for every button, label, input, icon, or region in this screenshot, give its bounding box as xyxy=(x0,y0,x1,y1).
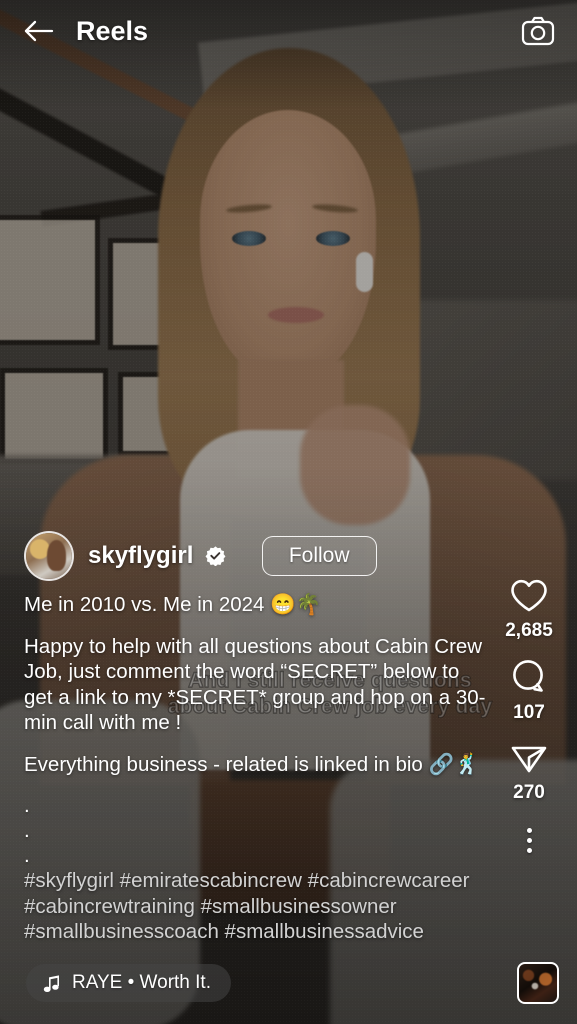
caption-dot-3: . xyxy=(24,844,30,867)
share-action[interactable]: 270 xyxy=(509,740,549,804)
action-rail: 2,685 107 270 xyxy=(493,578,565,861)
caption-hashtags[interactable]: #skyflygirl #emiratescabincrew #cabincre… xyxy=(24,868,492,945)
more-options-icon xyxy=(526,848,532,853)
header-bar: Reels xyxy=(0,0,577,62)
more-options-icon xyxy=(526,828,532,833)
avatar-detail xyxy=(47,540,67,571)
reels-screen: And I still receive questions about Cabi… xyxy=(0,0,577,1024)
audio-album-thumbnail[interactable] xyxy=(517,962,559,1004)
hashtag-line-2: #cabincrewtraining #smallbusinessowner xyxy=(24,894,397,918)
album-artwork xyxy=(519,964,557,1002)
heart-icon xyxy=(511,579,547,612)
hashtag-line-3: #smallbusinesscoach #smallbusinessadvice xyxy=(24,920,424,943)
camera-icon xyxy=(521,16,555,46)
caption-spacer-dots: . . . xyxy=(24,793,492,868)
page-title: Reels xyxy=(76,15,149,46)
post-author-row: skyflygirl Follow xyxy=(24,531,377,581)
caption-body: Happy to help with all questions about C… xyxy=(24,634,486,735)
caption-dot-1: . xyxy=(24,794,30,817)
music-note-icon xyxy=(43,975,59,992)
hashtag-line-1: #skyflygirl #emiratescabincrew #cabincre… xyxy=(24,869,470,892)
username-wrap[interactable]: skyflygirl xyxy=(88,542,226,570)
more-options-button[interactable] xyxy=(526,820,532,861)
post-caption[interactable]: Me in 2010 vs. Me in 2024 😁🌴 Happy to he… xyxy=(24,592,492,945)
more-options-icon xyxy=(526,838,532,843)
like-count: 2,685 xyxy=(505,620,553,641)
share-icon xyxy=(511,746,547,773)
share-count: 270 xyxy=(513,782,545,803)
back-button[interactable] xyxy=(18,10,60,52)
audio-attribution[interactable]: RAYE • Worth It. xyxy=(26,964,231,1002)
follow-button[interactable]: Follow xyxy=(261,536,377,576)
comment-icon xyxy=(513,660,543,692)
verified-badge-icon xyxy=(205,546,226,566)
comment-count: 107 xyxy=(513,702,545,723)
like-action[interactable]: 2,685 xyxy=(505,578,553,642)
caption-bio-line: Everything business - related is linked … xyxy=(24,752,480,776)
comment-action[interactable]: 107 xyxy=(510,658,548,724)
caption-line-1: Me in 2010 vs. Me in 2024 😁🌴 xyxy=(24,593,322,616)
avatar[interactable] xyxy=(24,531,74,581)
username: skyflygirl xyxy=(88,542,194,569)
camera-button[interactable] xyxy=(517,10,559,52)
audio-label: RAYE • Worth It. xyxy=(72,972,211,993)
back-arrow-icon xyxy=(24,20,54,42)
caption-dot-2: . xyxy=(24,819,30,842)
